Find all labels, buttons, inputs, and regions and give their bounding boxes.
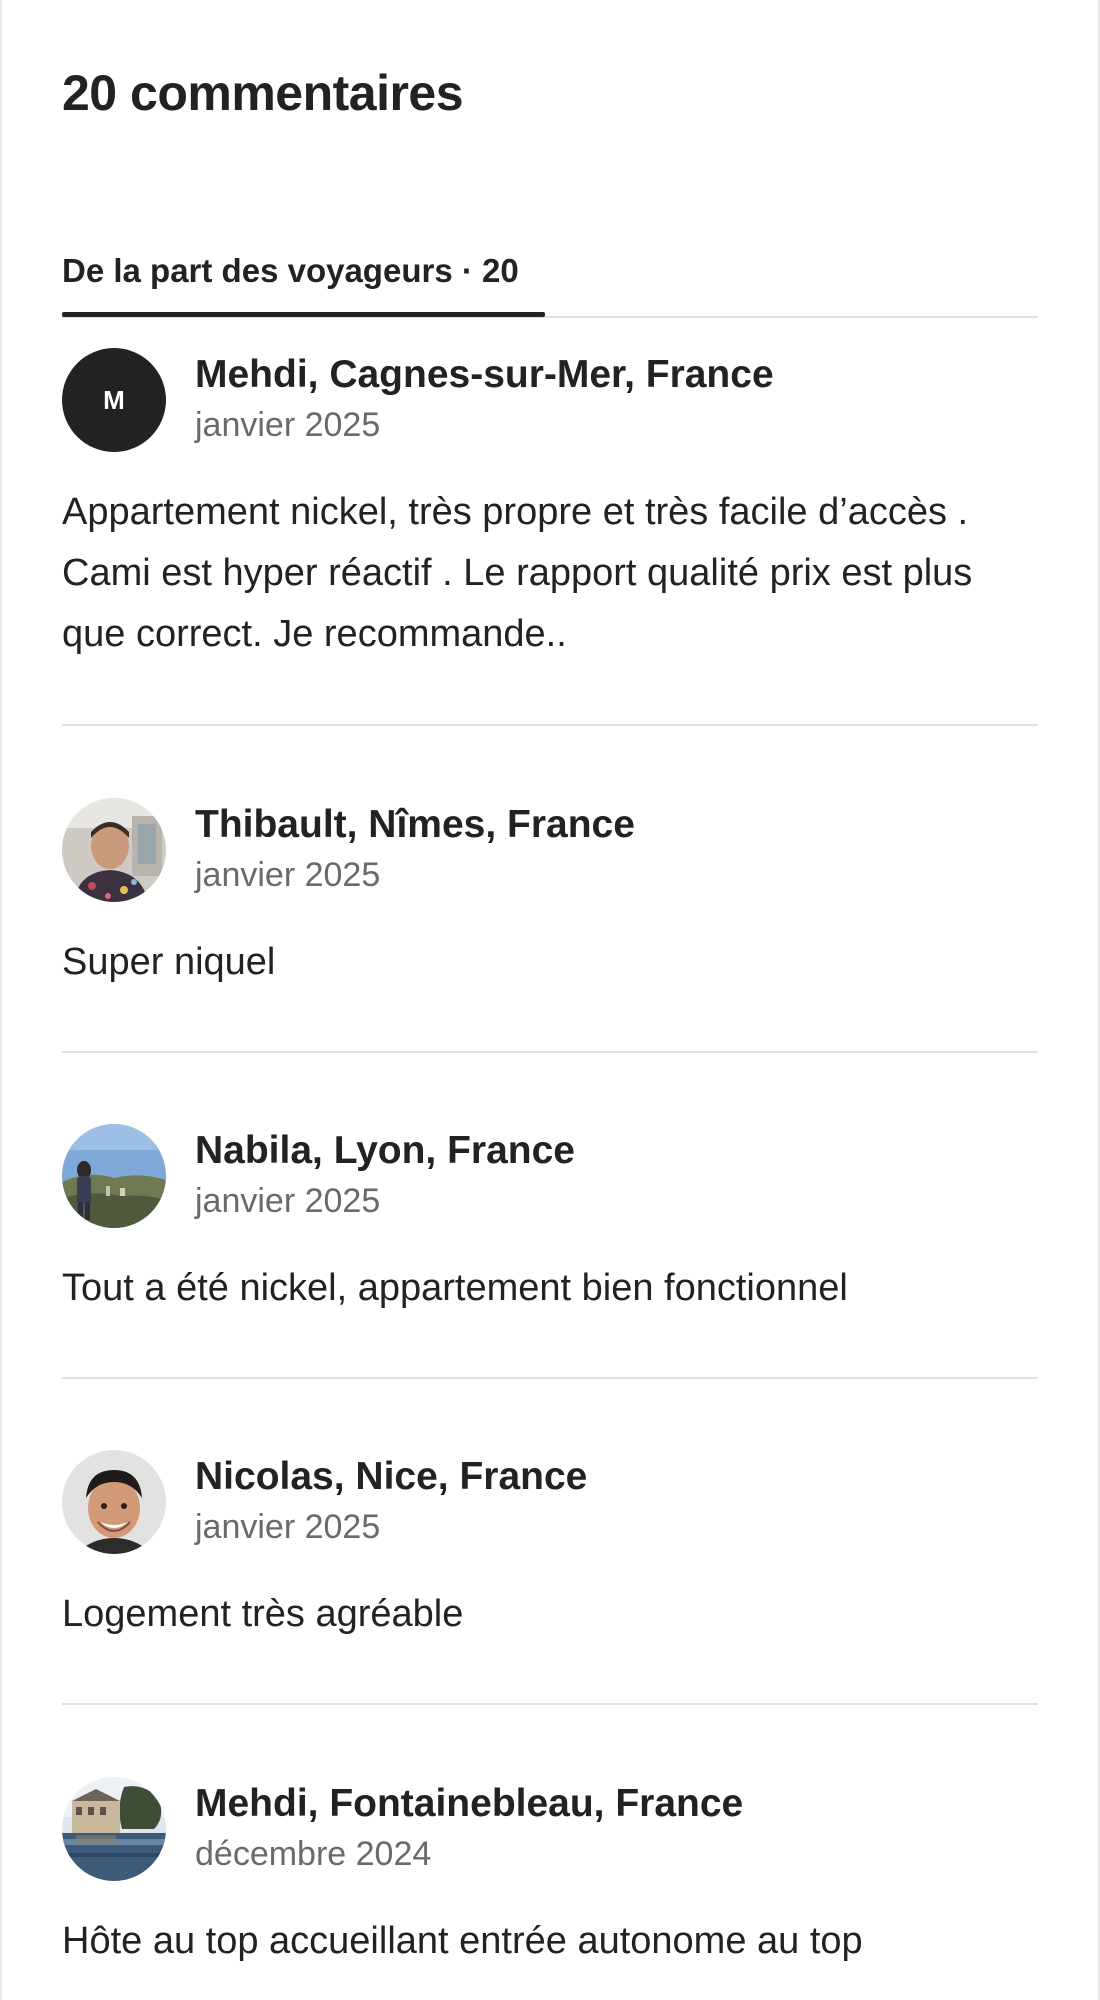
review-item: M Mehdi, Cagnes-sur-Mer, France janvier … <box>62 348 1038 655</box>
page-title: 20 commentaires <box>62 65 464 121</box>
avatar-photo <box>62 1124 166 1228</box>
reviewer-avatar[interactable] <box>62 1124 166 1228</box>
review-header: Mehdi, Fontainebleau, France décembre 20… <box>62 1777 1038 1887</box>
review-text: Tout a été nickel, appartement bien fonc… <box>62 1267 848 1309</box>
avatar-photo <box>62 1450 166 1554</box>
review-header: Nabila, Lyon, France janvier 2025 <box>62 1124 1038 1234</box>
review-text: Logement très agréable <box>62 1593 464 1635</box>
reviewer-avatar[interactable]: M <box>62 348 166 452</box>
review-header: M Mehdi, Cagnes-sur-Mer, France janvier … <box>62 348 1038 458</box>
avatar-photo <box>62 798 166 902</box>
reviewer-name: Nicolas, Nice, France <box>195 1455 588 1498</box>
review-item: Thibault, Nîmes, France janvier 2025 Sup… <box>62 798 1038 983</box>
frame-left-edge <box>0 0 2 2000</box>
review-date: janvier 2025 <box>195 856 381 894</box>
reviewer-avatar[interactable] <box>62 798 166 902</box>
tab-active-indicator <box>62 312 545 317</box>
review-divider <box>62 1377 1038 1379</box>
review-item: Nicolas, Nice, France janvier 2025 Logem… <box>62 1450 1038 1635</box>
reviews-tabs: De la part des voyageurs · 20 <box>62 228 1038 318</box>
review-divider <box>62 724 1038 726</box>
review-item: Mehdi, Fontainebleau, France décembre 20… <box>62 1777 1038 1962</box>
reviewer-name: Thibault, Nîmes, France <box>195 803 635 846</box>
avatar-initial: M <box>62 348 166 452</box>
review-date: janvier 2025 <box>195 1182 381 1220</box>
review-header: Nicolas, Nice, France janvier 2025 <box>62 1450 1038 1560</box>
review-item: Nabila, Lyon, France janvier 2025 Tout a… <box>62 1124 1038 1309</box>
review-date: janvier 2025 <box>195 1508 381 1546</box>
reviewer-name: Nabila, Lyon, France <box>195 1129 575 1172</box>
reviewer-avatar[interactable] <box>62 1450 166 1554</box>
reviewer-name: Mehdi, Cagnes-sur-Mer, France <box>195 353 774 396</box>
review-divider <box>62 1703 1038 1705</box>
avatar-photo <box>62 1777 166 1881</box>
review-text: Appartement nickel, très propre et très … <box>62 491 973 655</box>
tab-from-guests[interactable]: De la part des voyageurs · 20 <box>62 228 519 314</box>
review-text: Hôte au top accueillant entrée autonome … <box>62 1920 863 1962</box>
review-date: décembre 2024 <box>195 1835 432 1873</box>
reviewer-name: Mehdi, Fontainebleau, France <box>195 1782 744 1825</box>
reviewer-avatar[interactable] <box>62 1777 166 1881</box>
review-header: Thibault, Nîmes, France janvier 2025 <box>62 798 1038 908</box>
review-divider <box>62 1051 1038 1053</box>
review-text: Super niquel <box>62 941 276 983</box>
review-date: janvier 2025 <box>195 406 381 444</box>
